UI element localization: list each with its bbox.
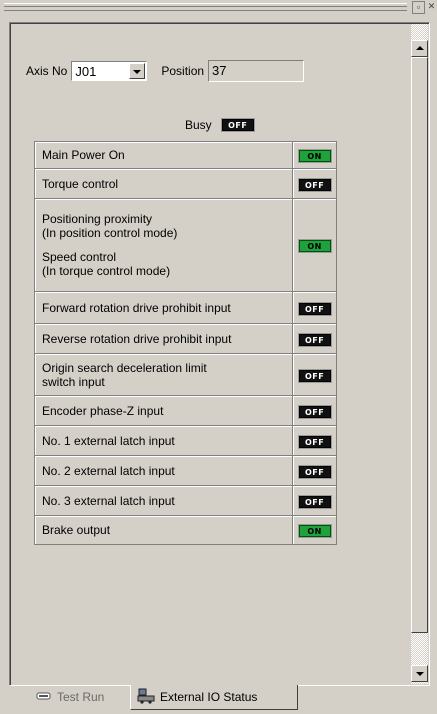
- restore-icon[interactable]: ▫: [412, 1, 425, 14]
- io-signal-line: Reverse rotation drive prohibit input: [42, 331, 232, 346]
- io-signal-line: Brake output: [42, 523, 111, 537]
- io-row: No. 3 external latch input OFF: [33, 485, 337, 516]
- io-status-cell: OFF: [292, 353, 337, 396]
- scroll-thumb[interactable]: [411, 57, 428, 633]
- io-signal-name: Encoder phase-Z input: [33, 395, 294, 426]
- io-signal-line: Main Power On: [42, 148, 125, 162]
- io-signal-line: No. 1 external latch input: [42, 433, 175, 448]
- io-signal-name: Forward rotation drive prohibit input: [33, 291, 294, 324]
- io-signal-line: Encoder phase-Z input: [42, 403, 164, 418]
- tab-test-run-label: Test Run: [57, 690, 105, 704]
- io-row: Encoder phase-Z input OFF: [33, 395, 337, 426]
- io-row: Torque control OFF: [33, 168, 337, 199]
- axis-no-select[interactable]: J01: [71, 61, 148, 81]
- io-status-lamp: ON: [298, 150, 331, 162]
- io-signal-name: Brake output: [33, 515, 294, 545]
- io-status-cell: OFF: [292, 395, 337, 426]
- io-signal-line: Origin search deceleration limit: [42, 360, 207, 375]
- io-signal-name: Positioning proximity (In position contro…: [33, 198, 294, 292]
- io-signal-line: (In position control mode): [42, 226, 178, 240]
- arrow-down-icon: [416, 672, 424, 676]
- io-status-lamp: OFF: [298, 495, 331, 508]
- io-row: No. 2 external latch input OFF: [33, 455, 337, 486]
- io-status-cell: OFF: [292, 323, 337, 354]
- io-status-lamp: ON: [298, 240, 331, 252]
- io-status-cell: OFF: [292, 425, 337, 456]
- dropdown-button[interactable]: [129, 63, 146, 79]
- io-signal-line: Positioning proximity: [42, 212, 153, 226]
- tab-external-io-label: External IO Status: [160, 690, 258, 704]
- tab-external-io-status[interactable]: External IO Status: [130, 685, 298, 710]
- io-signal-line: No. 2 external latch input: [42, 463, 175, 478]
- chevron-down-icon: [133, 70, 142, 74]
- arrow-up-icon: [416, 46, 424, 50]
- io-status-cell: ON: [292, 141, 337, 169]
- busy-row: Busy OFF: [185, 116, 254, 134]
- close-icon[interactable]: ✕: [426, 1, 437, 12]
- io-row: Forward rotation drive prohibit input OFF: [33, 291, 337, 324]
- busy-status-lamp: OFF: [221, 119, 254, 131]
- title-grip[interactable]: [4, 3, 407, 11]
- io-signal-name: No. 2 external latch input: [33, 455, 294, 486]
- position-label: Position: [161, 64, 205, 78]
- io-signal-name: Reverse rotation drive prohibit input: [33, 323, 294, 354]
- test-run-icon: [36, 690, 52, 704]
- io-row: Main Power On ON: [33, 141, 337, 169]
- io-signal-name: Main Power On: [33, 141, 294, 169]
- io-status-lamp: OFF: [298, 302, 331, 315]
- io-status-lamp: OFF: [298, 333, 331, 346]
- io-signal-line: No. 3 external latch input: [42, 493, 175, 508]
- io-signal-name: No. 1 external latch input: [33, 425, 294, 456]
- io-status-icon: [137, 688, 155, 707]
- io-row: Positioning proximity (In position contro…: [33, 198, 337, 292]
- io-signal-line: Speed control: [42, 250, 117, 264]
- io-row: No. 1 external latch input OFF: [33, 425, 337, 456]
- io-status-lamp: OFF: [298, 465, 331, 478]
- io-status-lamp: ON: [298, 525, 331, 537]
- io-signal-line: switch input: [42, 374, 105, 389]
- io-signal-name: Origin search deceleration limit switch i…: [33, 353, 294, 396]
- io-status-lamp: OFF: [298, 178, 331, 191]
- axis-no-value: J01: [75, 64, 97, 79]
- axis-row: Axis No J01 Position 37: [26, 60, 305, 82]
- io-status-lamp: OFF: [298, 369, 331, 382]
- scroll-down-button[interactable]: [411, 665, 428, 682]
- scroll-up-button[interactable]: [411, 40, 428, 57]
- io-row: Reverse rotation drive prohibit input OFF: [33, 323, 337, 354]
- io-status-lamp: OFF: [298, 405, 331, 418]
- io-row: Origin search deceleration limit switch i…: [33, 353, 337, 396]
- io-status-lamp: OFF: [298, 435, 331, 448]
- io-status-cell: OFF: [292, 168, 337, 199]
- io-signal-line: Forward rotation drive prohibit input: [42, 300, 231, 315]
- title-bar: ▫ ✕: [0, 0, 437, 14]
- io-signal-line: (In torque control mode): [42, 264, 171, 278]
- tab-test-run[interactable]: Test Run: [30, 686, 134, 708]
- io-status-panel: Axis No J01 Position 37 Busy OFF Main Po…: [9, 22, 430, 686]
- vertical-scrollbar[interactable]: [411, 24, 428, 684]
- io-signal-line: Torque control: [42, 176, 119, 191]
- io-signal-name: Torque control: [33, 168, 294, 199]
- io-status-cell: OFF: [292, 485, 337, 516]
- io-status-cell: OFF: [292, 291, 337, 324]
- io-status-table: Main Power On ON Torque control OFF Position…: [33, 141, 337, 545]
- io-status-cell: ON: [292, 515, 337, 545]
- io-status-cell: OFF: [292, 455, 337, 486]
- io-signal-name: No. 3 external latch input: [33, 485, 294, 516]
- busy-label: Busy: [185, 118, 212, 132]
- io-row: Brake output ON: [33, 515, 337, 545]
- axis-no-label: Axis No: [26, 64, 68, 78]
- io-status-cell: ON: [292, 198, 337, 292]
- position-field: 37: [208, 60, 305, 82]
